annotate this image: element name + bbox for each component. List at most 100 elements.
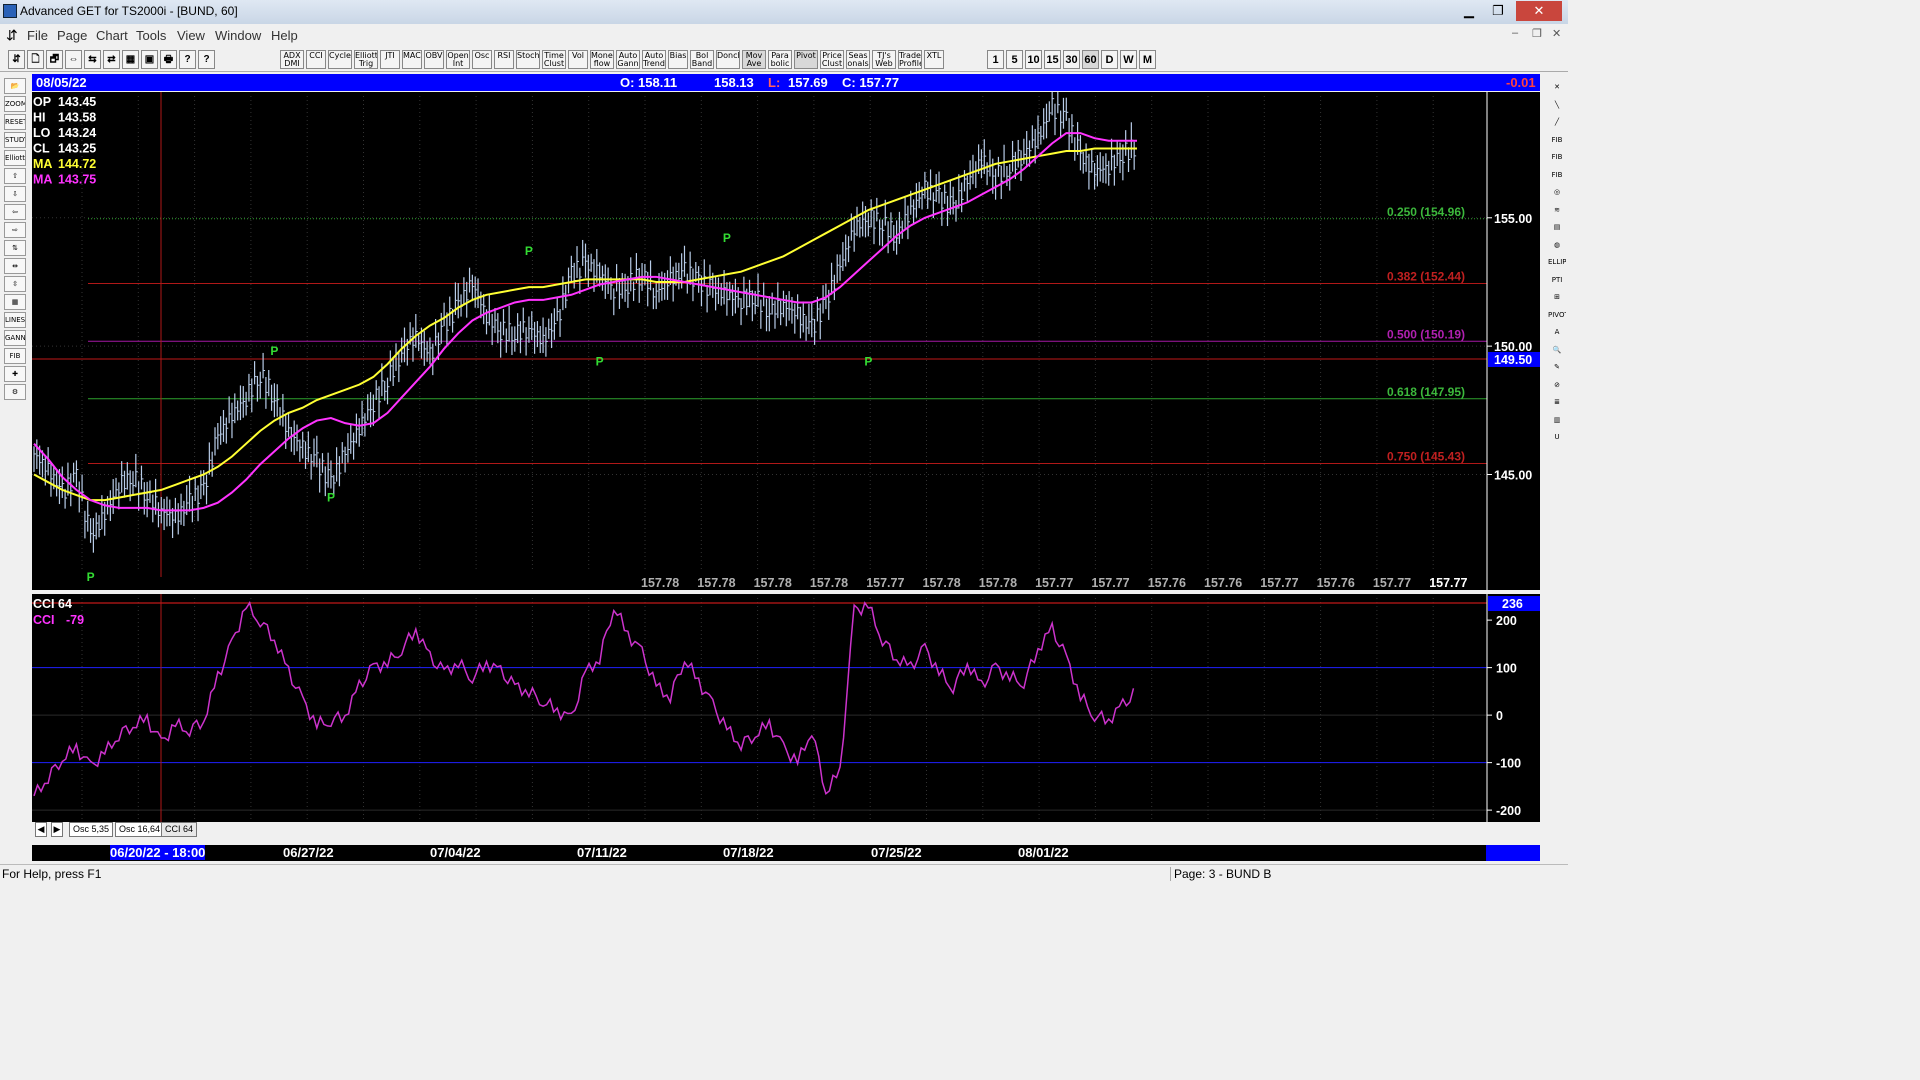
right-tool-4-icon[interactable]: FIB EXT: [1548, 150, 1566, 166]
right-tool-5-icon[interactable]: FIB TIME: [1548, 168, 1566, 184]
left-tool-13-icon[interactable]: LINES: [4, 312, 26, 328]
timeframe-M-button[interactable]: M: [1139, 50, 1156, 69]
right-tool-13-icon[interactable]: PIVOT: [1548, 308, 1566, 324]
right-tool-3-icon[interactable]: FIB RET: [1548, 133, 1566, 149]
indicator-cci-button[interactable]: CCI: [306, 50, 326, 69]
indicator-auto-gann-button[interactable]: Auto Gann: [616, 50, 640, 69]
file-tool-1-icon[interactable]: 🗋: [27, 50, 44, 69]
indicator-price-clust-button[interactable]: Price Clust: [820, 50, 844, 69]
indicator-money-flow-button[interactable]: Money flow: [590, 50, 614, 69]
left-tool-15-icon[interactable]: FIB: [4, 348, 26, 364]
right-tool-0-icon[interactable]: ✕: [1548, 80, 1566, 96]
indicator-macd-button[interactable]: MACD: [402, 50, 422, 69]
indicator-pivot-button[interactable]: Pivot: [794, 50, 818, 69]
indicator-jti-button[interactable]: JTI: [380, 50, 400, 69]
tab-osc-5-35[interactable]: Osc 5,35: [69, 822, 114, 837]
right-tool-19-icon[interactable]: ▥: [1548, 413, 1566, 429]
left-tool-6-icon[interactable]: ⇩: [4, 186, 26, 202]
left-tool-5-icon[interactable]: ⇧: [4, 168, 26, 184]
price-chart-panel[interactable]: 0.250 (154.96) 0.382 (152.44) 0.500 (150.1…: [32, 86, 1540, 590]
cci-chart[interactable]: CCI 64 CCI -79 200 100 0 -100 -200 236: [32, 594, 1540, 822]
file-tool-3-icon[interactable]: ⇔: [65, 50, 82, 69]
left-tool-1-icon[interactable]: ZOOM: [4, 96, 26, 112]
left-tool-2-icon[interactable]: RESET: [4, 114, 26, 130]
timeframe-60-button[interactable]: 60: [1082, 50, 1099, 69]
right-tool-6-icon[interactable]: ◎: [1548, 185, 1566, 201]
file-tool-4-icon[interactable]: ⇆: [84, 50, 101, 69]
timeframe-D-button[interactable]: D: [1101, 50, 1118, 69]
indicator-para-bolic-button[interactable]: Para bolic: [768, 50, 792, 69]
right-tool-18-icon[interactable]: ≣: [1548, 395, 1566, 411]
indicator-bias-button[interactable]: Bias: [668, 50, 688, 69]
right-tool-15-icon[interactable]: 🔍: [1548, 343, 1566, 359]
menu-file[interactable]: File: [27, 28, 48, 43]
indicator-bol-band-button[interactable]: Bol Band: [690, 50, 714, 69]
tab-osc-16-64[interactable]: Osc 16,64: [115, 822, 165, 837]
file-tool-10-icon[interactable]: ?: [198, 50, 215, 69]
left-tool-11-icon[interactable]: ⇳: [4, 276, 26, 292]
indicator-time-clust-button[interactable]: Time Clust: [542, 50, 566, 69]
file-tool-9-icon[interactable]: ?: [179, 50, 196, 69]
timeframe-15-button[interactable]: 15: [1044, 50, 1061, 69]
file-tool-7-icon[interactable]: ▣: [141, 50, 158, 69]
right-tool-16-icon[interactable]: ✎: [1548, 360, 1566, 376]
close-button[interactable]: ✕: [1516, 1, 1562, 21]
menu-view[interactable]: View: [177, 28, 205, 43]
right-tool-10-icon[interactable]: ELLIPS: [1548, 255, 1566, 271]
right-tool-7-icon[interactable]: ≋: [1548, 203, 1566, 219]
left-tool-14-icon[interactable]: GANN: [4, 330, 26, 346]
indicator-cycles-button[interactable]: Cycles: [328, 50, 352, 69]
right-tool-2-icon[interactable]: ╱: [1548, 115, 1566, 131]
timeframe-1-button[interactable]: 1: [987, 50, 1004, 69]
left-tool-7-icon[interactable]: ⇦: [4, 204, 26, 220]
price-chart[interactable]: 0.250 (154.96) 0.382 (152.44) 0.500 (150.1…: [32, 86, 1540, 590]
timeframe-5-button[interactable]: 5: [1006, 50, 1023, 69]
right-tool-14-icon[interactable]: A: [1548, 325, 1566, 341]
timeframe-10-button[interactable]: 10: [1025, 50, 1042, 69]
indicator-vol-button[interactable]: Vol: [568, 50, 588, 69]
left-tool-3-icon[interactable]: STUDY: [4, 132, 26, 148]
minimize-button[interactable]: ▁: [1455, 1, 1483, 21]
indicator-elliott-trig-button[interactable]: Elliott Trig: [354, 50, 378, 69]
indicator-adx-dmi-button[interactable]: ADX DMI: [280, 50, 304, 69]
indicator-osc-button[interactable]: Osc: [472, 50, 492, 69]
indicator-seas-onals-button[interactable]: Seas onals: [846, 50, 870, 69]
mdi-restore-icon[interactable]: ❐: [1532, 27, 1542, 40]
menu-help[interactable]: Help: [271, 28, 298, 43]
mdi-close-icon[interactable]: ✕: [1552, 27, 1561, 40]
menu-chart[interactable]: Chart: [96, 28, 128, 43]
left-tool-4-icon[interactable]: Elliott: [4, 150, 26, 166]
right-tool-11-icon[interactable]: PTI: [1548, 273, 1566, 289]
left-tool-17-icon[interactable]: ⚙: [4, 384, 26, 400]
menu-tools[interactable]: Tools: [136, 28, 166, 43]
indicator-xtl-button[interactable]: XTL: [924, 50, 944, 69]
file-tool-8-icon[interactable]: 🖶: [160, 50, 177, 69]
menu-page[interactable]: Page: [57, 28, 87, 43]
indicator-stoch-button[interactable]: Stoch: [516, 50, 540, 69]
indicator-donch-button[interactable]: Donch: [716, 50, 740, 69]
indicator-mov-ave-button[interactable]: Mov Ave: [742, 50, 766, 69]
left-tool-0-icon[interactable]: 📂: [4, 78, 26, 94]
timeframe-30-button[interactable]: 30: [1063, 50, 1080, 69]
file-tool-2-icon[interactable]: 🗗: [46, 50, 63, 69]
mdi-minimize-icon[interactable]: –: [1512, 27, 1518, 39]
left-tool-8-icon[interactable]: ⇨: [4, 222, 26, 238]
tab-prev-button[interactable]: ◀: [35, 822, 47, 837]
left-tool-16-icon[interactable]: ✚: [4, 366, 26, 382]
right-tool-8-icon[interactable]: ▤: [1548, 220, 1566, 236]
tab-cci-64[interactable]: CCI 64: [161, 822, 198, 837]
file-tool-0-icon[interactable]: ⇵: [8, 50, 25, 69]
timeframe-W-button[interactable]: W: [1120, 50, 1137, 69]
file-tool-6-icon[interactable]: ▦: [122, 50, 139, 69]
tab-next-button[interactable]: ▶: [51, 822, 63, 837]
right-tool-17-icon[interactable]: ⊘: [1548, 378, 1566, 394]
right-tool-12-icon[interactable]: ⊞: [1548, 290, 1566, 306]
indicator-rsi-button[interactable]: RSI: [494, 50, 514, 69]
restore-button[interactable]: ❐: [1484, 1, 1512, 21]
indicator-trade-profile-button[interactable]: Trade Profile: [898, 50, 922, 69]
left-tool-9-icon[interactable]: ⇅: [4, 240, 26, 256]
file-tool-5-icon[interactable]: ⇄: [103, 50, 120, 69]
menu-window[interactable]: Window: [215, 28, 261, 43]
indicator-auto-trend-button[interactable]: Auto Trend: [642, 50, 666, 69]
right-tool-1-icon[interactable]: ╲: [1548, 98, 1566, 114]
